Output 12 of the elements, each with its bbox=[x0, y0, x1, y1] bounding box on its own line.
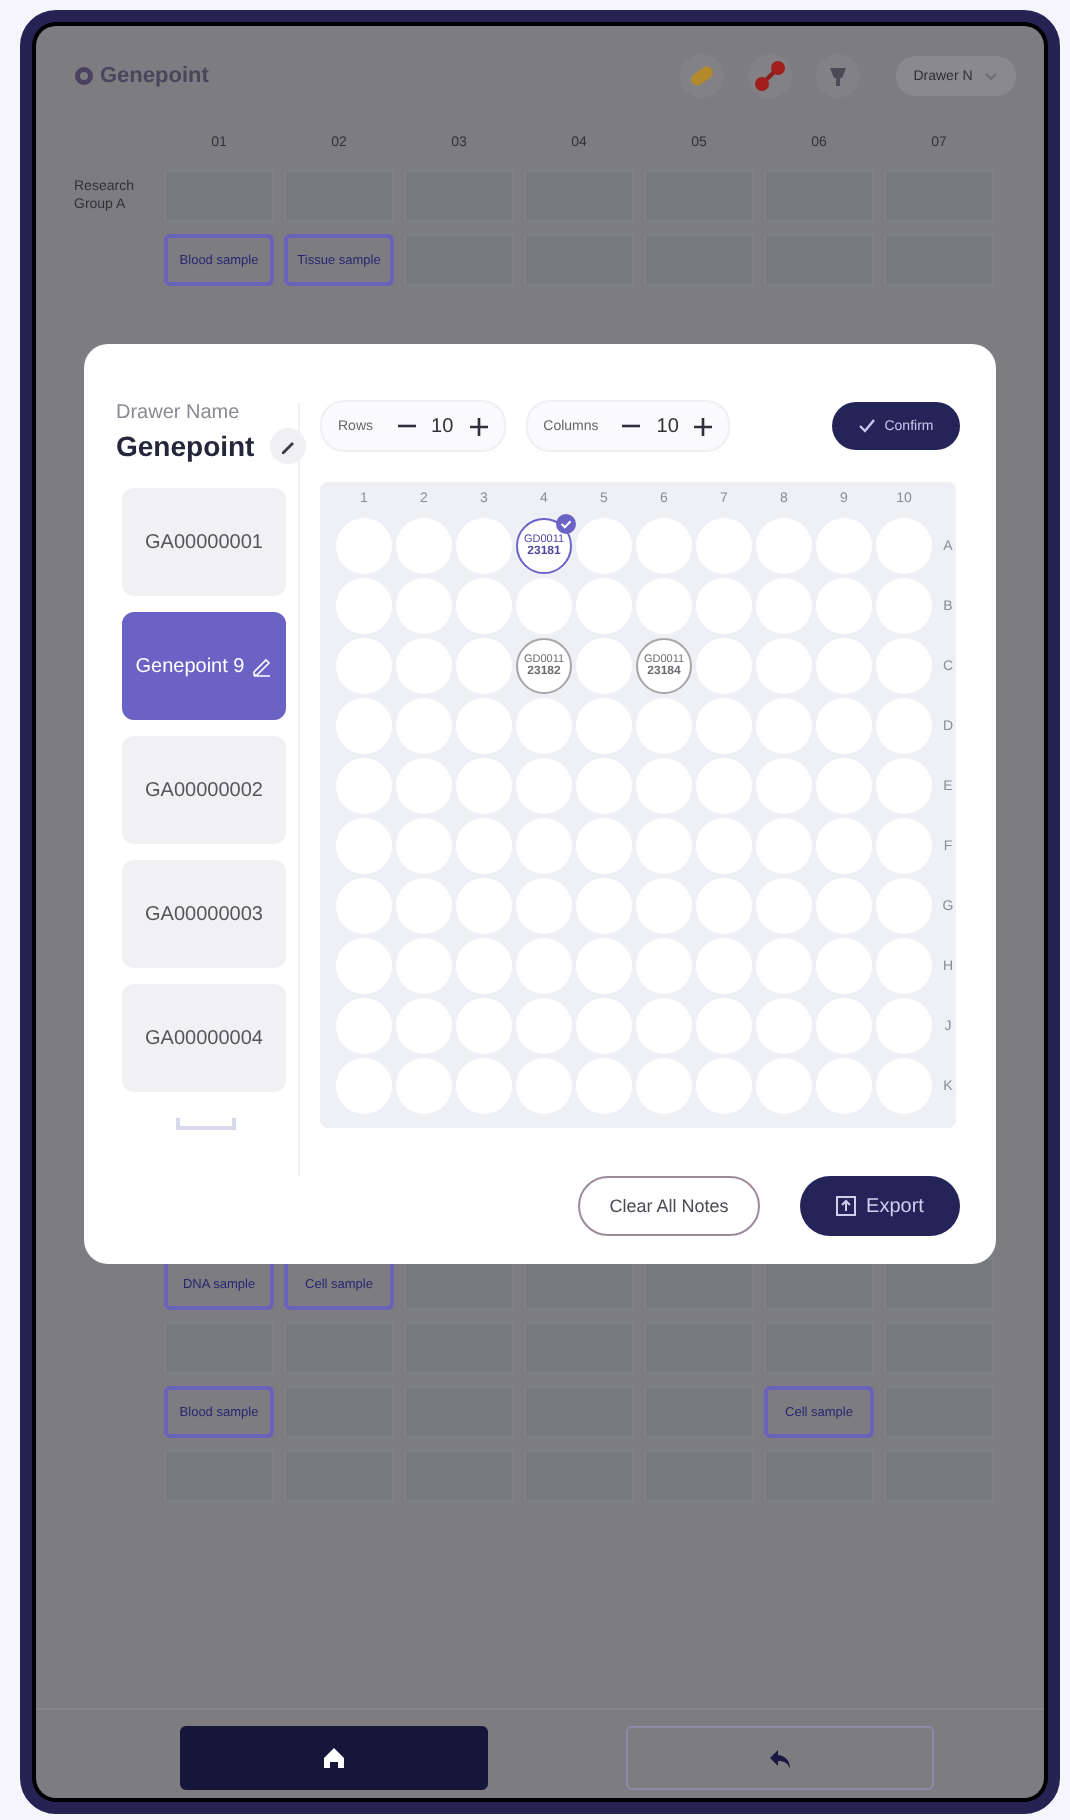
drawer-item[interactable]: GA00000003 bbox=[122, 860, 286, 968]
drawer-name: Genepoint bbox=[116, 430, 255, 462]
export-button[interactable]: Export bbox=[800, 1176, 960, 1236]
drawer-item[interactable]: GA00000004 bbox=[122, 984, 286, 1092]
field-label: Drawer Name bbox=[116, 402, 242, 424]
app-title: Genepoint bbox=[100, 64, 209, 88]
drawer-item[interactable]: GA00000002 bbox=[122, 736, 286, 844]
stepper-value: 10 bbox=[431, 415, 454, 437]
drawer-item[interactable]: Genepoint 9 bbox=[122, 612, 286, 720]
stepper-value: 10 bbox=[656, 415, 679, 437]
drawer-item[interactable]: GA00000001 bbox=[122, 488, 286, 596]
clear-notes-button[interactable]: Clear All Notes bbox=[578, 1176, 760, 1236]
